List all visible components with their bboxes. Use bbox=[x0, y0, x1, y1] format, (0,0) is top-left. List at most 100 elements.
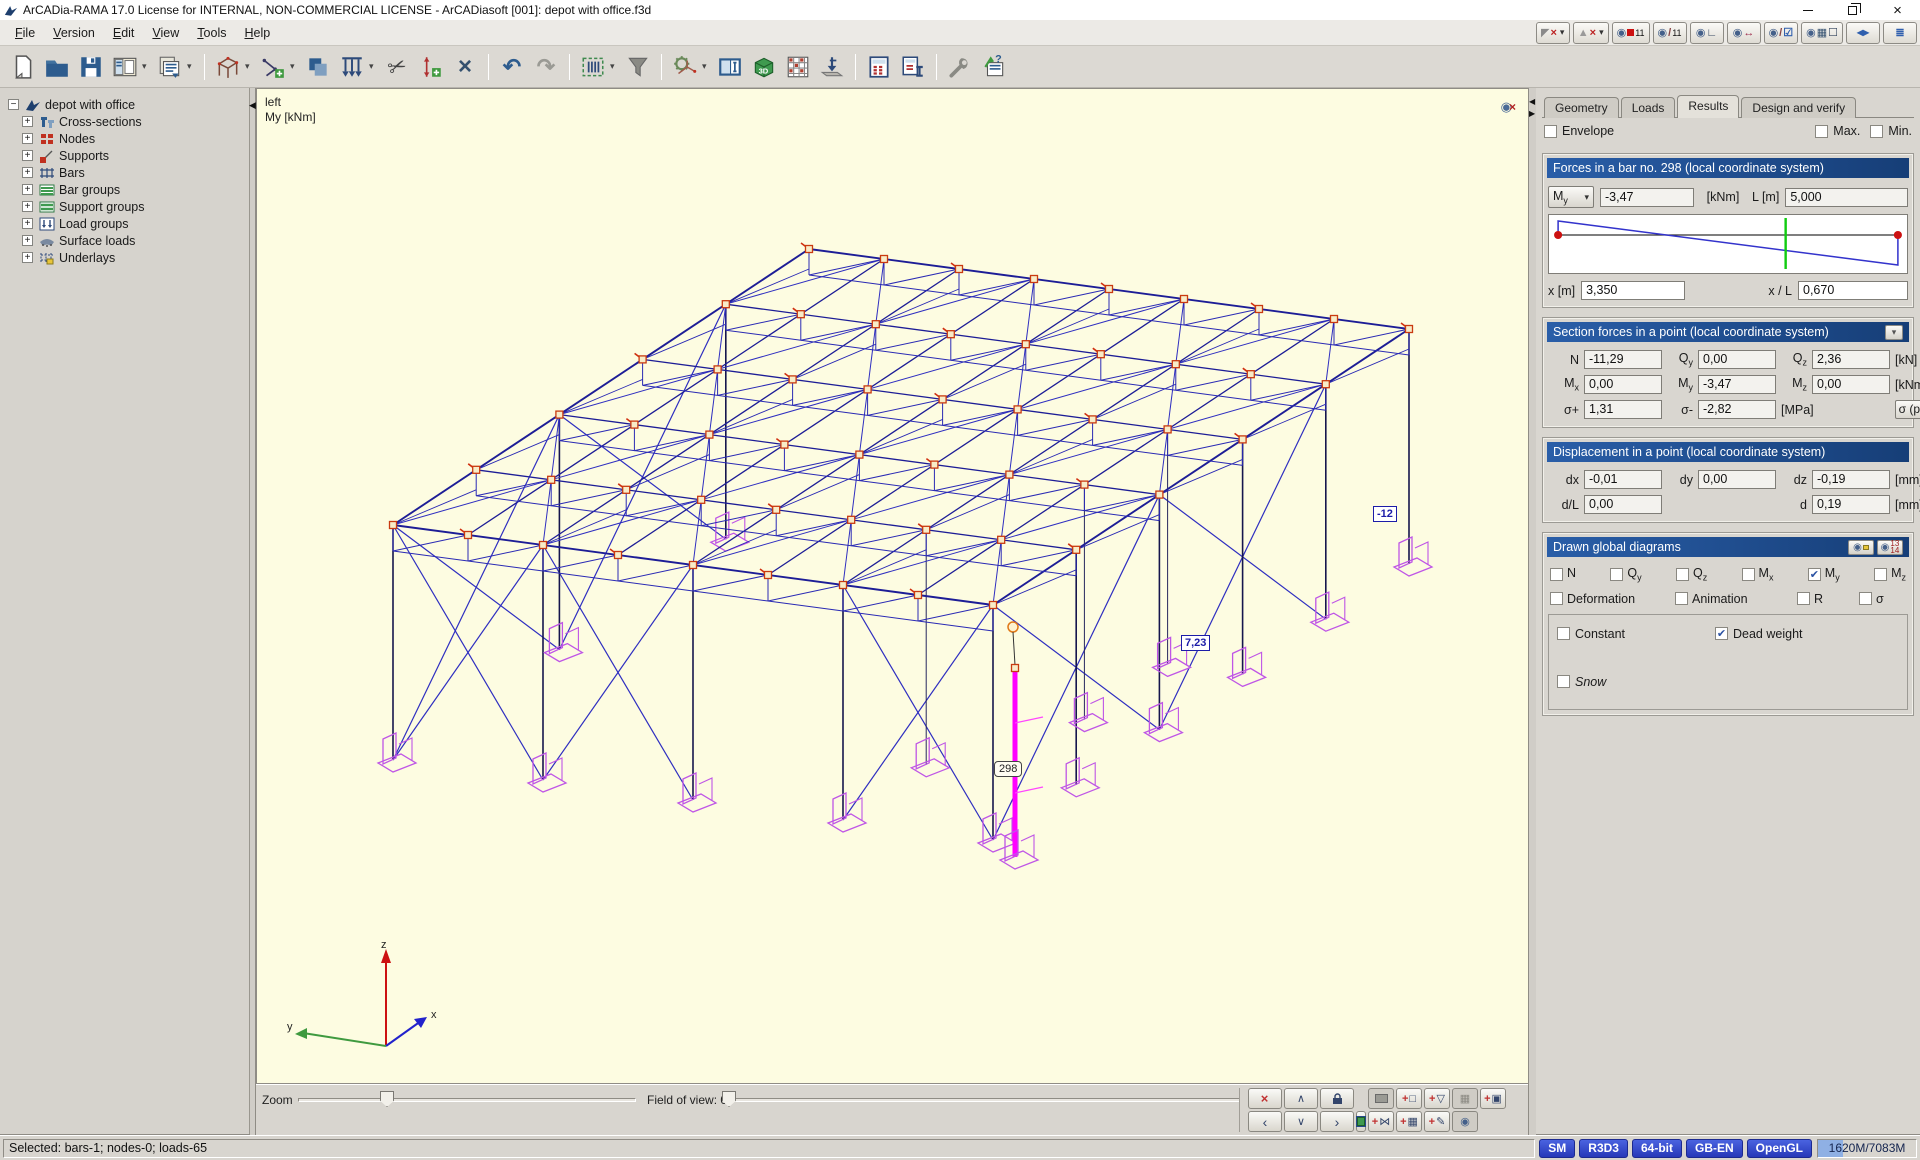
save-button[interactable] bbox=[74, 50, 108, 84]
show-dimensions-button[interactable]: ◉↔ bbox=[1727, 22, 1761, 44]
add-sketch-button[interactable]: +✎ bbox=[1424, 1111, 1450, 1132]
tree-item-bars[interactable]: + Bars bbox=[0, 164, 249, 181]
checkbox-icon[interactable] bbox=[1715, 627, 1728, 640]
new-file-button[interactable] bbox=[6, 50, 40, 84]
hide-results-eye-icon[interactable]: ◉× bbox=[1501, 99, 1516, 115]
splitter-right-icon[interactable]: ▶ bbox=[1529, 110, 1535, 118]
check-r[interactable]: R bbox=[1797, 592, 1859, 606]
checkbox-icon[interactable] bbox=[1874, 568, 1887, 581]
qy-field[interactable]: 0,00 bbox=[1698, 350, 1776, 369]
grid-view-button[interactable]: ▦ bbox=[1452, 1088, 1478, 1109]
expand-expander-icon[interactable]: + bbox=[22, 218, 33, 229]
tab-design-and-verify[interactable]: Design and verify bbox=[1741, 97, 1856, 118]
delete-view-button[interactable]: × bbox=[1248, 1088, 1282, 1109]
qz-field[interactable]: 2,36 bbox=[1812, 350, 1890, 369]
frame-generator-button[interactable] bbox=[211, 50, 245, 84]
check-deformation[interactable]: Deformation bbox=[1550, 592, 1675, 606]
collapse-expander-icon[interactable]: − bbox=[8, 99, 19, 110]
badge-64bit[interactable]: 64-bit bbox=[1632, 1139, 1682, 1158]
design-calculate-button[interactable] bbox=[896, 50, 930, 84]
tree-item-support-groups[interactable]: + Support groups bbox=[0, 198, 249, 215]
case-constant-checkbox[interactable]: Constant bbox=[1557, 627, 1715, 641]
filter-button[interactable] bbox=[621, 50, 655, 84]
badge-gb-en[interactable]: GB-EN bbox=[1686, 1139, 1743, 1158]
properties-button[interactable] bbox=[713, 50, 747, 84]
dy-field[interactable]: 0,00 bbox=[1698, 470, 1776, 489]
screen-inactive-button[interactable] bbox=[1368, 1088, 1394, 1109]
min-checkbox[interactable]: Min. bbox=[1870, 124, 1912, 138]
my-field[interactable]: -3,47 bbox=[1698, 375, 1776, 394]
hide-selection-button[interactable]: ◤×▾ bbox=[1536, 22, 1570, 44]
checkbox-icon[interactable] bbox=[1610, 568, 1623, 581]
dimension-button[interactable] bbox=[414, 50, 448, 84]
fov-slider-track[interactable] bbox=[728, 1098, 1240, 1102]
case-dead-weight-checkbox[interactable]: Dead weight bbox=[1715, 627, 1803, 641]
expand-expander-icon[interactable]: + bbox=[22, 201, 33, 212]
sigma-plus-field[interactable]: 1,31 bbox=[1584, 400, 1662, 419]
split-view-button[interactable]: ≣ bbox=[1883, 22, 1917, 44]
max-checkbox[interactable]: Max. bbox=[1815, 124, 1860, 138]
add-view-button[interactable]: +□ bbox=[1396, 1088, 1422, 1109]
check-mx[interactable]: Mx bbox=[1742, 566, 1774, 583]
dz-field[interactable]: -0,19 bbox=[1812, 470, 1890, 489]
xl-field[interactable]: 0,670 bbox=[1798, 281, 1908, 300]
menu-edit[interactable]: Edit bbox=[104, 23, 144, 43]
checkbox-icon[interactable] bbox=[1676, 568, 1689, 581]
section-collapse-button[interactable]: ▾ bbox=[1885, 325, 1903, 340]
check-n[interactable]: N bbox=[1550, 566, 1576, 583]
force-value-field[interactable]: -3,47 bbox=[1600, 188, 1694, 207]
settings-wrench-button[interactable] bbox=[943, 50, 977, 84]
zoom-slider-thumb[interactable] bbox=[380, 1091, 394, 1107]
tree-item-supports[interactable]: + Supports bbox=[0, 147, 249, 164]
checkbox-icon[interactable] bbox=[1742, 568, 1755, 581]
capture-view-button[interactable]: +▣ bbox=[1480, 1088, 1506, 1109]
check-qz[interactable]: Qz bbox=[1676, 566, 1707, 583]
checkbox-icon[interactable] bbox=[1808, 568, 1821, 581]
tree-item-nodes[interactable]: + Nodes bbox=[0, 130, 249, 147]
tree-item-surface-loads[interactable]: + Surface loads bbox=[0, 232, 249, 249]
show-extreme-values-button[interactable]: ◉1314 bbox=[1877, 540, 1903, 555]
expand-expander-icon[interactable]: + bbox=[22, 184, 33, 195]
length-field[interactable]: 5,000 bbox=[1785, 188, 1908, 207]
divide-bar-button[interactable]: ✂ bbox=[380, 50, 414, 84]
mz-field[interactable]: 0,00 bbox=[1812, 375, 1890, 394]
add-bar-dropdown[interactable]: ▾ bbox=[290, 50, 301, 84]
project-browser-dropdown[interactable]: ▾ bbox=[142, 50, 153, 84]
help-button[interactable]: ? bbox=[977, 50, 1011, 84]
d-field[interactable]: 0,19 bbox=[1812, 495, 1890, 514]
collapse-panels-button[interactable]: ◀▶ bbox=[1846, 22, 1880, 44]
checkbox-icon[interactable] bbox=[1557, 627, 1570, 640]
show-bar-numbers-button[interactable]: ◉/11 bbox=[1653, 22, 1687, 44]
model-viewport[interactable]: left My [kNm] ◉× -12 7,23 298 z x y bbox=[256, 88, 1528, 1083]
check-mz[interactable]: Mz bbox=[1874, 566, 1906, 583]
moment-diagram[interactable] bbox=[1548, 214, 1908, 274]
sigma-p-button[interactable]: σ (p) bbox=[1895, 400, 1920, 419]
lock-view-button[interactable] bbox=[1320, 1088, 1354, 1109]
badge-sm[interactable]: SM bbox=[1539, 1139, 1575, 1158]
table-button[interactable] bbox=[781, 50, 815, 84]
menu-file[interactable]: File bbox=[6, 23, 44, 43]
expand-expander-icon[interactable]: + bbox=[22, 150, 33, 161]
hide-cone-button[interactable]: ▲×▾ bbox=[1573, 22, 1609, 44]
pan-left-button[interactable]: ‹ bbox=[1248, 1111, 1282, 1132]
mx-field[interactable]: 0,00 bbox=[1584, 375, 1662, 394]
project-browser-button[interactable] bbox=[108, 50, 142, 84]
section-selection-button[interactable] bbox=[576, 50, 610, 84]
generator-settings-button[interactable] bbox=[668, 50, 702, 84]
tree-item-cross-sections[interactable]: + Cross-sections bbox=[0, 113, 249, 130]
tab-results[interactable]: Results bbox=[1677, 95, 1739, 118]
case-snow-checkbox[interactable]: Snow bbox=[1557, 675, 1606, 689]
expand-expander-icon[interactable]: + bbox=[22, 167, 33, 178]
view-3d-button[interactable]: 3D bbox=[747, 50, 781, 84]
loads-dropdown[interactable]: ▾ bbox=[369, 50, 380, 84]
n-field[interactable]: -11,29 bbox=[1584, 350, 1662, 369]
show-grid-toggle-button[interactable]: ◉▦☐ bbox=[1801, 22, 1843, 44]
right-splitter[interactable]: ◀ ▶ bbox=[1528, 88, 1536, 1135]
dl-field[interactable]: 0,00 bbox=[1584, 495, 1662, 514]
close-button[interactable]: × bbox=[1875, 0, 1920, 20]
calculate-button[interactable] bbox=[862, 50, 896, 84]
menu-tools[interactable]: Tools bbox=[188, 23, 235, 43]
add-bar-button[interactable] bbox=[256, 50, 290, 84]
generator-settings-dropdown[interactable]: ▾ bbox=[702, 50, 713, 84]
expand-expander-icon[interactable]: + bbox=[22, 133, 33, 144]
